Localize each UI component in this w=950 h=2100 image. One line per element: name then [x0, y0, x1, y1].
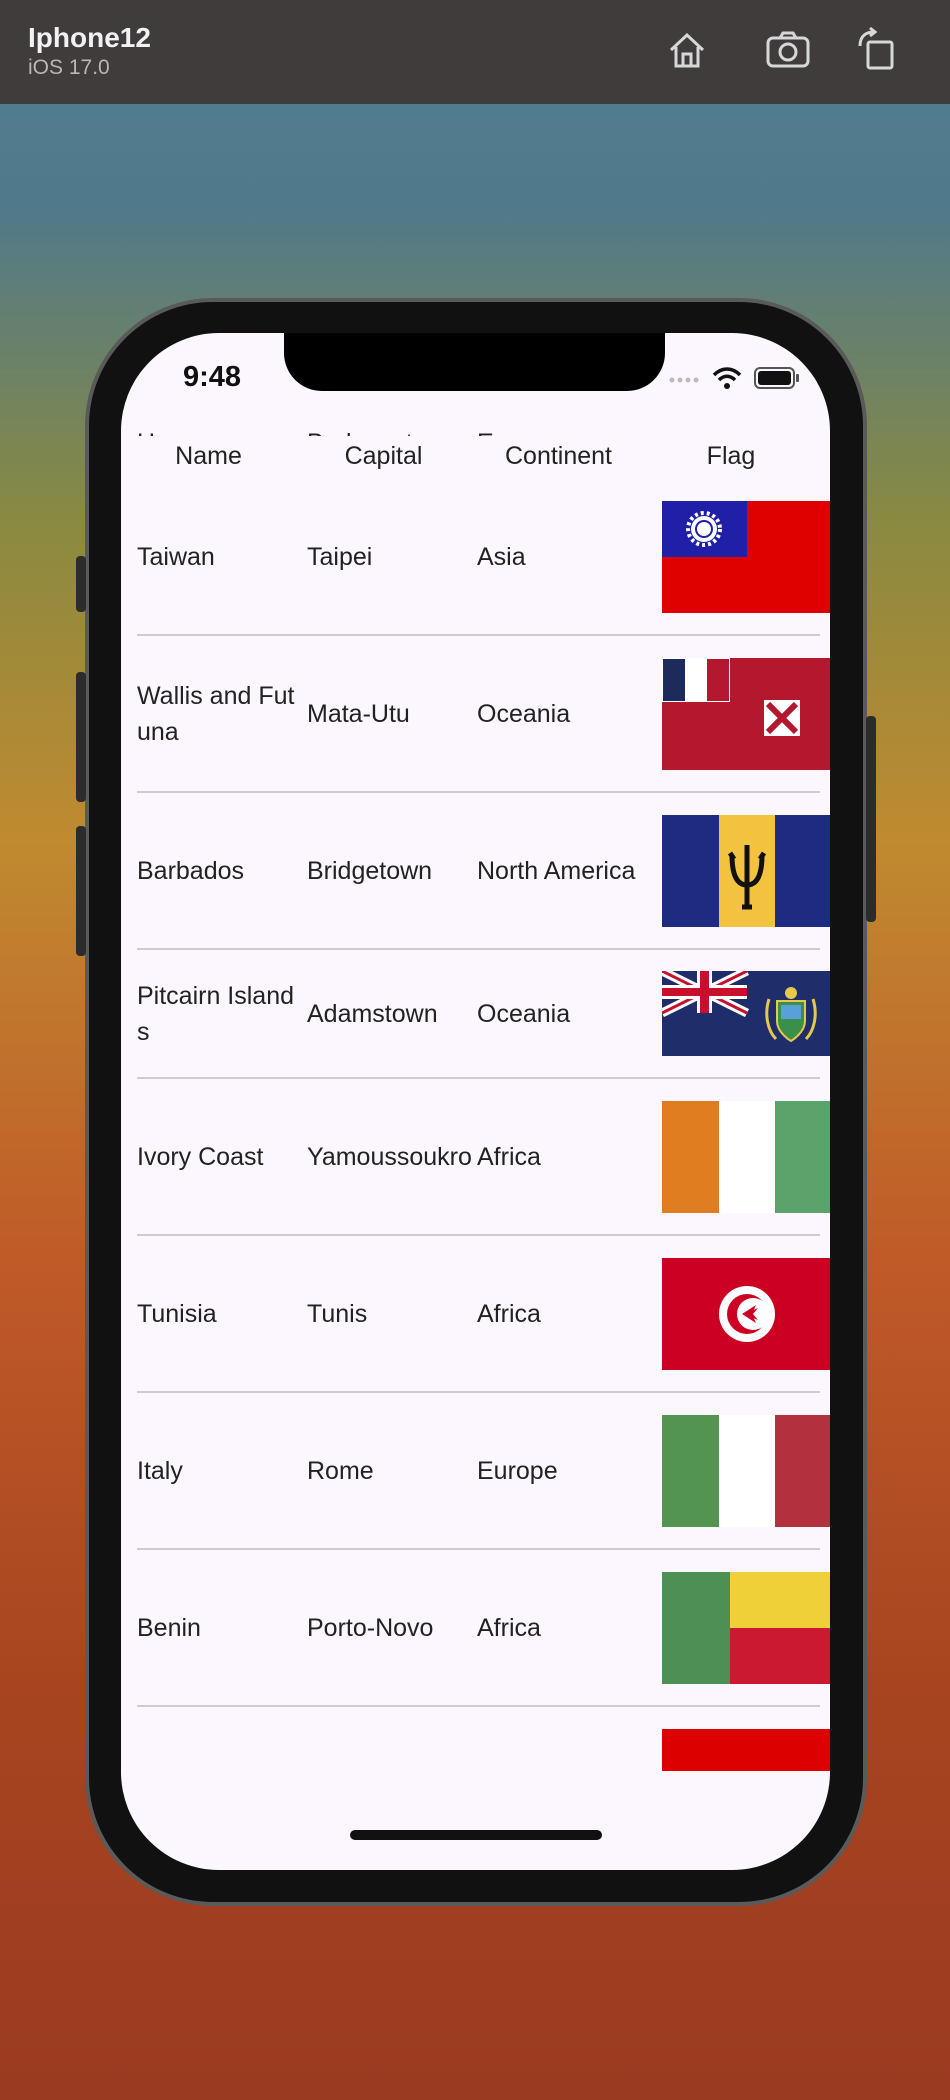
- simulator-toolbar: Iphone12 iOS 17.0: [0, 0, 950, 104]
- cell-continent: Africa: [477, 1142, 541, 1171]
- cell-name: Ivory Coast: [137, 1142, 264, 1171]
- status-time: 9:48: [183, 361, 242, 393]
- cell-continent: Europe: [477, 1456, 558, 1485]
- cell-continent: Africa: [477, 1299, 541, 1328]
- power-button: [866, 716, 876, 922]
- screenshot-icon[interactable]: [764, 26, 812, 74]
- cell-continent: Asia: [477, 542, 526, 571]
- barbados-flag: [662, 815, 830, 927]
- table-row[interactable]: Pitcairn Islands Adamstown Oceania: [137, 950, 830, 1079]
- table-row[interactable]: [137, 1707, 830, 1787]
- home-indicator[interactable]: [350, 1830, 602, 1840]
- cell-name: Pitcairn Islands: [137, 981, 295, 1046]
- table-row[interactable]: Taiwan Taipei Asia: [137, 479, 830, 636]
- next-row-flag: [662, 1729, 830, 1771]
- cell-name: Taiwan: [137, 542, 215, 571]
- battery-icon: [754, 367, 799, 389]
- rotate-icon[interactable]: [854, 26, 902, 74]
- table-row[interactable]: Wallis and Futuna Mata-Utu Oceania: [137, 636, 830, 793]
- notch: [284, 333, 665, 391]
- cell-continent: Africa: [477, 1613, 541, 1642]
- cell-capital: Bridgetown: [307, 856, 433, 885]
- column-header-flag[interactable]: Flag: [646, 436, 816, 492]
- cell-capital: Mata-Utu: [307, 699, 410, 728]
- cell-capital: Porto-Novo: [307, 1613, 434, 1642]
- status-icons: [668, 363, 800, 393]
- italy-flag: [662, 1415, 830, 1527]
- phone-screen: 9:48 Name Capital Continent Flag Hungary…: [121, 333, 830, 1870]
- device-name: Iphone12: [28, 22, 151, 53]
- table-row[interactable]: Barbados Bridgetown North America: [137, 793, 830, 950]
- table-row[interactable]: Italy Rome Europe: [137, 1393, 830, 1550]
- cell-name: Tunisia: [137, 1299, 217, 1328]
- cell-capital: Yamoussoukro: [307, 1142, 472, 1171]
- table-row[interactable]: Benin Porto-Novo Africa: [137, 1550, 830, 1707]
- cell-name: Wallis and Futuna: [137, 681, 295, 746]
- benin-flag: [662, 1572, 830, 1684]
- table-row[interactable]: Ivory Coast Yamoussoukro Africa: [137, 1079, 830, 1236]
- cell-capital: Tunis: [307, 1299, 368, 1328]
- cell-name: Italy: [137, 1456, 183, 1485]
- volume-up-button: [76, 672, 86, 802]
- table-header: Name Capital Continent Flag: [121, 436, 830, 492]
- cell-continent: Oceania: [477, 999, 571, 1028]
- home-icon[interactable]: [663, 26, 711, 74]
- mute-switch: [76, 556, 86, 612]
- ivory-coast-flag: [662, 1101, 830, 1213]
- column-header-name[interactable]: Name: [121, 436, 296, 492]
- cell-continent: Oceania: [477, 699, 571, 728]
- cell-capital: Taipei: [307, 542, 373, 571]
- column-header-continent[interactable]: Continent: [471, 436, 646, 492]
- signal-icon: [669, 377, 699, 383]
- column-header-capital[interactable]: Capital: [296, 436, 471, 492]
- cell-name: Barbados: [137, 856, 245, 885]
- taiwan-flag: [662, 501, 830, 613]
- cell-capital: Rome: [307, 1456, 374, 1485]
- pitcairn-flag: [662, 971, 830, 1056]
- cell-name: Benin: [137, 1613, 201, 1642]
- cell-capital: Adamstown: [307, 999, 438, 1028]
- wallis-futuna-flag: [662, 658, 830, 770]
- os-version: iOS 17.0: [28, 56, 110, 79]
- cell-continent: North America: [477, 856, 636, 885]
- wifi-icon: [712, 367, 742, 389]
- tunisia-flag: [662, 1258, 830, 1370]
- table-row[interactable]: Tunisia Tunis Africa: [137, 1236, 830, 1393]
- volume-down-button: [76, 826, 86, 956]
